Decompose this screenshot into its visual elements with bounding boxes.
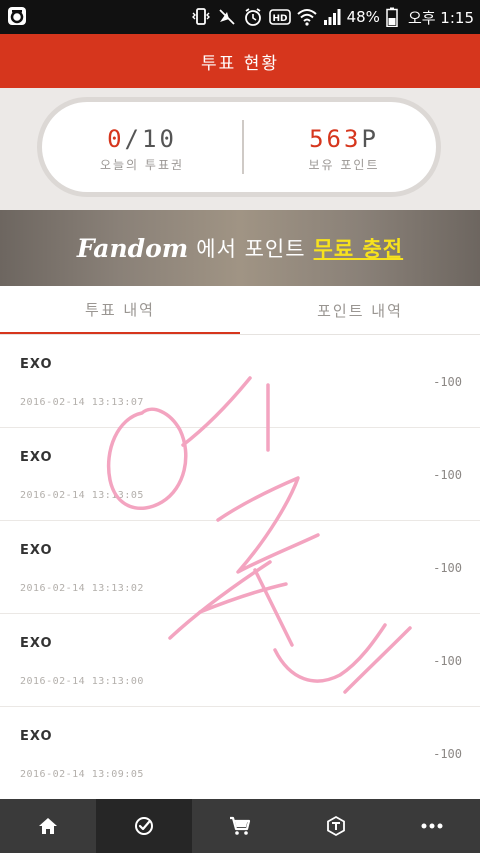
token-icon: [325, 815, 347, 837]
home-icon: [37, 815, 59, 837]
votes-label: 오늘의 투표권: [99, 158, 185, 172]
vote-amount: -100: [433, 561, 462, 575]
tab-point-history[interactable]: 포인트 내역: [240, 286, 480, 334]
banner-highlight: 무료 충전: [313, 237, 404, 261]
votes-total: 10: [142, 125, 177, 153]
votes-used: 0: [107, 125, 125, 153]
vote-amount: -100: [433, 747, 462, 761]
points-label: 보유 포인트: [308, 158, 380, 172]
list-item[interactable]: EXO 2016-02-14 13:09:05 -100: [0, 707, 480, 799]
wifi-icon: [296, 8, 317, 26]
vote-check-icon: [133, 815, 155, 837]
vote-history-list: EXO 2016-02-14 13:13:07 -100 EXO 2016-02…: [0, 335, 480, 799]
banner-brand: Fandom: [76, 233, 189, 263]
app-header: 투표 현황: [0, 34, 480, 88]
clock: 오후 1:15: [407, 8, 474, 27]
mute-icon: [217, 7, 237, 27]
list-item[interactable]: EXO 2016-02-14 13:13:07 -100: [0, 335, 480, 428]
battery-percent: 48%: [346, 8, 380, 26]
alarm-icon: [243, 7, 263, 27]
vote-amount: -100: [433, 375, 462, 389]
free-points-banner[interactable]: Fandom 에서 포인트 무료 충전: [0, 210, 480, 286]
vote-amount: -100: [433, 654, 462, 668]
nav-token[interactable]: [288, 799, 384, 853]
votes-remaining: 0/10 오늘의 투표권: [42, 126, 242, 173]
status-bar: HD 48% 오후 1:15: [0, 0, 480, 34]
artist-name: EXO: [20, 543, 53, 558]
vote-amount: -100: [433, 468, 462, 482]
signal-icon: [323, 8, 341, 26]
history-tabs: 투표 내역 포인트 내역: [0, 286, 480, 335]
banner-text: 에서 포인트: [196, 237, 306, 261]
nav-home[interactable]: [0, 799, 96, 853]
app-logo-icon: [6, 4, 28, 28]
artist-name: EXO: [20, 729, 53, 744]
vote-datetime: 2016-02-14 13:13:05: [20, 490, 144, 501]
nav-more[interactable]: [384, 799, 480, 853]
artist-name: EXO: [20, 636, 53, 651]
bottom-nav: [0, 799, 480, 853]
points-value: 563: [309, 125, 362, 153]
artist-name: EXO: [20, 357, 53, 372]
battery-icon: [386, 7, 398, 27]
vote-summary: 0/10 오늘의 투표권 563P 보유 포인트: [0, 88, 480, 210]
hd-icon: HD: [268, 8, 291, 26]
nav-vote[interactable]: [96, 799, 192, 853]
phone-vibrate-icon: [191, 7, 211, 27]
points-balance: 563P 보유 포인트: [244, 126, 444, 173]
more-icon: [421, 822, 443, 830]
vote-datetime: 2016-02-14 13:13:00: [20, 676, 144, 687]
list-item[interactable]: EXO 2016-02-14 13:13:00 -100: [0, 614, 480, 707]
cart-icon: [228, 815, 252, 837]
page-title: 투표 현황: [201, 53, 279, 74]
vote-datetime: 2016-02-14 13:13:02: [20, 583, 144, 594]
vote-datetime: 2016-02-14 13:13:07: [20, 397, 144, 408]
summary-card: 0/10 오늘의 투표권 563P 보유 포인트: [37, 97, 441, 197]
vote-datetime: 2016-02-14 13:09:05: [20, 769, 144, 780]
nav-shop[interactable]: [192, 799, 288, 853]
points-unit: P: [361, 125, 379, 153]
svg-text:HD: HD: [272, 14, 287, 24]
tab-vote-history[interactable]: 투표 내역: [0, 286, 240, 334]
list-item[interactable]: EXO 2016-02-14 13:13:02 -100: [0, 521, 480, 614]
artist-name: EXO: [20, 450, 53, 465]
list-item[interactable]: EXO 2016-02-14 13:13:05 -100: [0, 428, 480, 521]
